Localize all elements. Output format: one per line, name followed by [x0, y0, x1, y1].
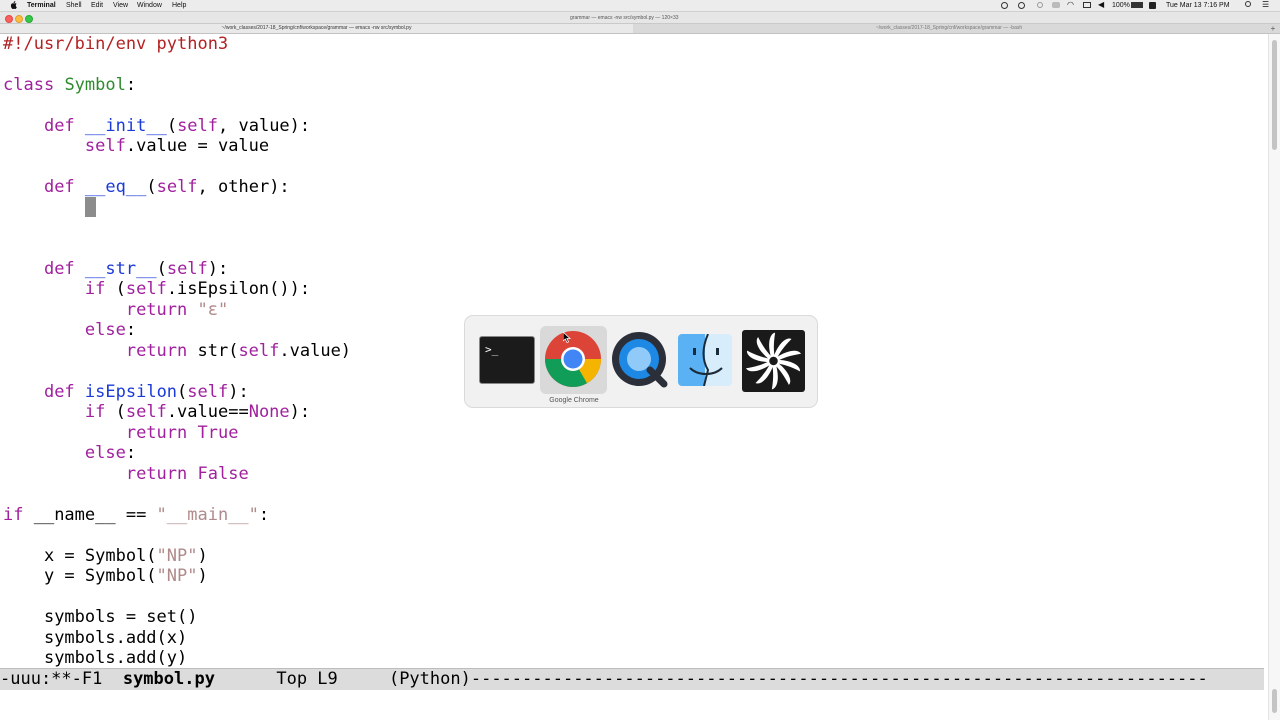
record-icon[interactable] — [1001, 2, 1008, 9]
menu-help[interactable]: Help — [172, 1, 186, 10]
scrollbar-thumb-bottom[interactable] — [1272, 689, 1277, 713]
window-title-bar: grammar — emacs -nw src/symbol.py — 120×… — [0, 12, 1280, 24]
menu-view[interactable]: View — [113, 1, 128, 10]
menu-shell[interactable]: Shell — [66, 1, 82, 10]
code-line-3: class Symbol: — [3, 75, 137, 95]
modeline-filename: symbol.py — [122, 669, 215, 689]
code-line-1: #!/usr/bin/env python3 — [3, 34, 229, 54]
fan-app-icon[interactable] — [742, 330, 805, 392]
battery-percent: 100% — [1112, 2, 1130, 9]
code-line-26: x = Symbol("NP") — [43, 546, 208, 566]
code-line-24: if __name__ == "__main__": — [3, 505, 270, 525]
time-machine-icon[interactable] — [1018, 2, 1025, 9]
terminal-app-icon[interactable]: >_ — [479, 336, 535, 384]
tab-bash[interactable]: ~/work_classes/2017-18_Spring/cnf/worksp… — [634, 24, 1264, 33]
input-source-icon[interactable] — [1149, 2, 1156, 9]
apple-icon[interactable] — [10, 1, 17, 9]
code-line-12: def __str__(self): — [43, 259, 229, 279]
close-window-button[interactable] — [5, 15, 13, 23]
code-line-5: def __init__(self, value): — [43, 116, 311, 136]
code-line-14: return "ε" — [125, 300, 229, 320]
code-line-16: return str(self.value) — [125, 341, 352, 361]
app-switcher: >_ Google Chrome — [464, 315, 818, 408]
emacs-mode-line: -uuu:**-F1 symbol.py Top L9 (Python)----… — [0, 668, 1264, 690]
modeline-status: -uuu:**-F1 — [0, 669, 123, 689]
battery-icon[interactable] — [1131, 2, 1143, 8]
code-line-30: symbols.add(x) — [43, 628, 188, 648]
google-chrome-app-icon[interactable] — [544, 330, 602, 388]
modeline-mode: (Python) — [388, 669, 471, 689]
quicktime-app-icon[interactable] — [610, 330, 668, 388]
code-line-27: y = Symbol("NP") — [43, 566, 208, 586]
code-line-20: return True — [125, 423, 239, 443]
modeline-fill: ----------------------------------------… — [470, 669, 1208, 689]
window-title: grammar — emacs -nw src/symbol.py — 120×… — [570, 15, 679, 21]
zoom-window-button[interactable] — [25, 15, 33, 23]
menu-bar: Terminal Shell Edit View Window Help ◠ ◀… — [0, 0, 1280, 12]
svg-text:>_: >_ — [485, 343, 499, 356]
code-line-31: symbols.add(y) — [43, 648, 188, 668]
airplay-icon[interactable] — [1083, 2, 1091, 8]
text-cursor — [84, 197, 96, 217]
menu-edit[interactable]: Edit — [91, 1, 103, 10]
code-line-29: symbols = set() — [43, 607, 198, 627]
scrollbar-thumb[interactable] — [1272, 40, 1277, 150]
notification-icon[interactable] — [1037, 2, 1043, 8]
menu-clock[interactable]: Tue Mar 13 7:16 PM — [1166, 1, 1230, 10]
app-switcher-label: Google Chrome — [549, 397, 599, 404]
spotlight-search-icon[interactable] — [1245, 1, 1251, 7]
code-line-21: else: — [84, 443, 137, 463]
code-line-15: else: — [84, 320, 137, 340]
vertical-scrollbar[interactable] — [1268, 34, 1280, 720]
minimize-window-button[interactable] — [15, 15, 23, 23]
new-tab-button[interactable]: + — [1266, 24, 1280, 33]
wifi-icon[interactable]: ◠ — [1067, 0, 1074, 9]
code-line-18: def isEpsilon(self): — [43, 382, 249, 402]
finder-app-icon[interactable] — [678, 334, 732, 386]
volume-icon[interactable]: ◀ — [1098, 0, 1104, 9]
code-line-9 — [3, 197, 96, 217]
code-line-13: if (self.isEpsilon()): — [84, 279, 311, 299]
menu-app-terminal[interactable]: Terminal — [27, 1, 56, 10]
cloud-icon[interactable] — [1052, 2, 1060, 8]
terminal-tab-bar: ~/work_classes/2017-18_Spring/cnf/worksp… — [0, 24, 1280, 34]
notification-center-icon[interactable]: ☰ — [1262, 0, 1269, 9]
modeline-position: Top L9 — [214, 669, 389, 689]
mouse-pointer-icon — [563, 332, 571, 343]
menu-window[interactable]: Window — [137, 1, 162, 10]
code-line-8: def __eq__(self, other): — [43, 177, 290, 197]
code-line-6: self.value = value — [84, 136, 270, 156]
code-line-22: return False — [125, 464, 249, 484]
tab-emacs[interactable]: ~/work_classes/2017-18_Spring/cnf/worksp… — [0, 24, 633, 33]
code-line-19: if (self.value==None): — [84, 402, 311, 422]
